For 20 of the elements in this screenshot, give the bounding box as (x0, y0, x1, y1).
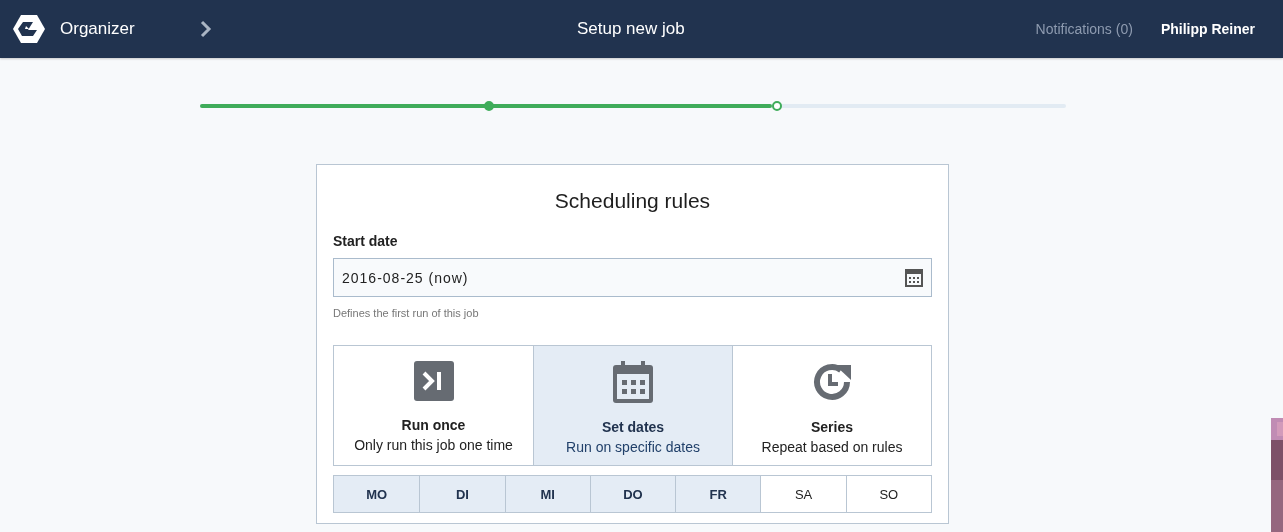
app-name: Organizer (60, 19, 135, 39)
notifications-link[interactable]: Notifications (0) (1035, 21, 1133, 37)
field-label: Start date (333, 233, 399, 249)
calendar-icon[interactable] (905, 268, 923, 287)
weekday-toggle[interactable]: DO (589, 476, 676, 512)
weekday-toggle[interactable]: FR (675, 476, 761, 512)
history-icon (811, 361, 853, 403)
card-title: Scheduling rules (553, 189, 712, 213)
mode-option[interactable]: Set dates Run on specific dates (533, 346, 732, 465)
page-title: Setup new job (575, 19, 686, 39)
chevron-right-icon[interactable] (200, 20, 212, 38)
weekday-toggle[interactable]: MI (504, 476, 590, 512)
calendar-icon (613, 361, 653, 403)
weekday-toggle[interactable]: MO (334, 476, 420, 512)
logo-icon (12, 14, 46, 44)
field-hint: Defines the first run of this job (333, 307, 480, 319)
skip-forward-icon (413, 361, 454, 401)
date-field[interactable]: 2016-08-25 (now) (333, 258, 932, 297)
user-name[interactable]: Philipp Reiner (1160, 21, 1255, 37)
weekday-toggle[interactable]: DI (419, 476, 505, 512)
